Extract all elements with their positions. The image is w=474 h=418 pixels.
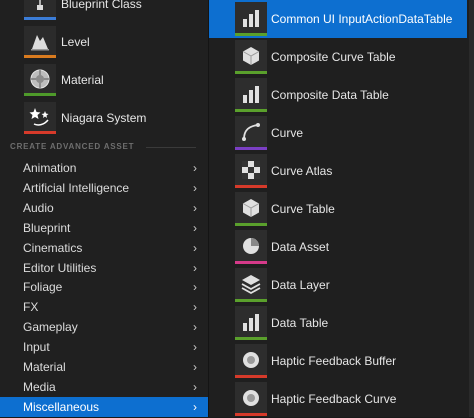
miscellaneous-submenu: Common UI InputActionDataTable Composite … [208,0,474,417]
category-label: Artificial Intelligence [23,180,130,195]
asset-item[interactable]: Common UI InputActionDataTable [209,0,467,38]
category-item[interactable]: Audio › [0,198,208,218]
category-label: Foliage [23,280,63,295]
category-label: Input [23,340,50,355]
data-asset-icon [235,230,267,264]
haptic-feedback-icon [235,382,267,416]
asset-label: Composite Curve Table [271,50,396,64]
asset-item[interactable]: Haptic Feedback Buffer [209,342,467,380]
blueprint-class-icon [24,0,56,20]
category-label: Editor Utilities [23,260,97,275]
data-table-icon [235,2,267,36]
curve-table-icon [235,40,267,74]
data-table-icon [235,78,267,112]
category-item[interactable]: Animation › [0,158,208,178]
chevron-right-icon: › [193,320,197,335]
category-label: Miscellaneous [23,399,100,414]
category-label: Material [23,360,66,374]
chevron-right-icon: › [193,240,197,255]
category-item[interactable]: Cinematics › [0,238,208,258]
niagara-system-icon [24,102,56,134]
curve-atlas-icon [235,154,267,188]
category-label: Animation [23,161,77,175]
chevron-right-icon: › [193,360,197,374]
chevron-right-icon: › [193,379,197,394]
chevron-right-icon: › [193,220,197,235]
asset-item[interactable]: Data Table [209,304,467,342]
category-item[interactable]: Foliage › [0,277,208,297]
chevron-right-icon: › [193,180,197,195]
chevron-right-icon: › [193,340,197,355]
asset-label: Haptic Feedback Curve [271,392,397,406]
quick-item[interactable]: Blueprint Class [0,0,208,23]
curve-table-icon [235,192,267,226]
category-item[interactable]: Editor Utilities › [0,258,208,278]
asset-item[interactable]: Curve Atlas [209,152,467,190]
asset-label: Curve Table [271,202,335,216]
asset-item[interactable]: Curve Table [209,190,467,228]
category-item[interactable]: Media › [0,377,208,397]
section-header: CREATE ADVANCED ASSET [10,142,135,151]
asset-label: Data Layer [271,278,330,292]
category-label: Media [23,379,56,394]
curve-icon [235,116,267,150]
chevron-right-icon: › [193,399,197,414]
category-label: Gameplay [23,320,78,335]
asset-item[interactable]: Curve [209,114,467,152]
category-item[interactable]: Blueprint › [0,218,208,238]
asset-item[interactable]: Composite Curve Table [209,38,467,76]
quick-item-label: Blueprint Class [61,0,142,11]
haptic-feedback-icon [235,344,267,378]
asset-item[interactable]: Data Asset [209,228,467,266]
asset-item[interactable]: Composite Data Table [209,76,467,114]
quick-item-label: Niagara System [61,111,147,125]
create-asset-menu: Blueprint Class Level Material Niagara Syst… [0,0,208,417]
chevron-right-icon: › [193,260,197,275]
chevron-right-icon: › [193,161,197,175]
category-item[interactable]: Artificial Intelligence › [0,178,208,198]
asset-label: Curve [271,126,304,140]
section-divider [146,147,196,148]
category-item[interactable]: Input › [0,337,208,357]
asset-label: Composite Data Table [271,88,389,102]
quick-item[interactable]: Niagara System [0,99,208,137]
quick-item-label: Level [61,35,90,49]
chevron-right-icon: › [193,200,197,215]
quick-item-label: Material [61,73,104,87]
asset-item[interactable]: Data Layer [209,266,467,304]
category-label: Cinematics [23,240,83,255]
category-item[interactable]: Gameplay › [0,317,208,337]
material-icon [24,64,56,96]
category-label: Audio [23,200,54,215]
asset-label: Common UI InputActionDataTable [271,12,453,26]
category-label: Blueprint [23,220,71,235]
asset-label: Data Asset [271,240,330,254]
chevron-right-icon: › [193,280,197,295]
data-layer-icon [235,268,267,302]
category-item[interactable]: Miscellaneous › [0,396,208,417]
category-item[interactable]: FX › [0,297,208,317]
asset-label: Data Table [271,316,329,330]
quick-item[interactable]: Level [0,23,208,61]
data-table-icon [235,306,267,340]
category-label: FX [23,300,39,315]
submenu-scrollbar[interactable] [469,0,474,417]
quick-item[interactable]: Material [0,61,208,99]
chevron-right-icon: › [193,300,197,315]
asset-item[interactable]: Haptic Feedback Curve [209,380,467,418]
level-icon [24,26,56,58]
asset-label: Haptic Feedback Buffer [271,354,397,368]
asset-label: Curve Atlas [271,164,333,178]
category-item[interactable]: Material › [0,357,208,377]
